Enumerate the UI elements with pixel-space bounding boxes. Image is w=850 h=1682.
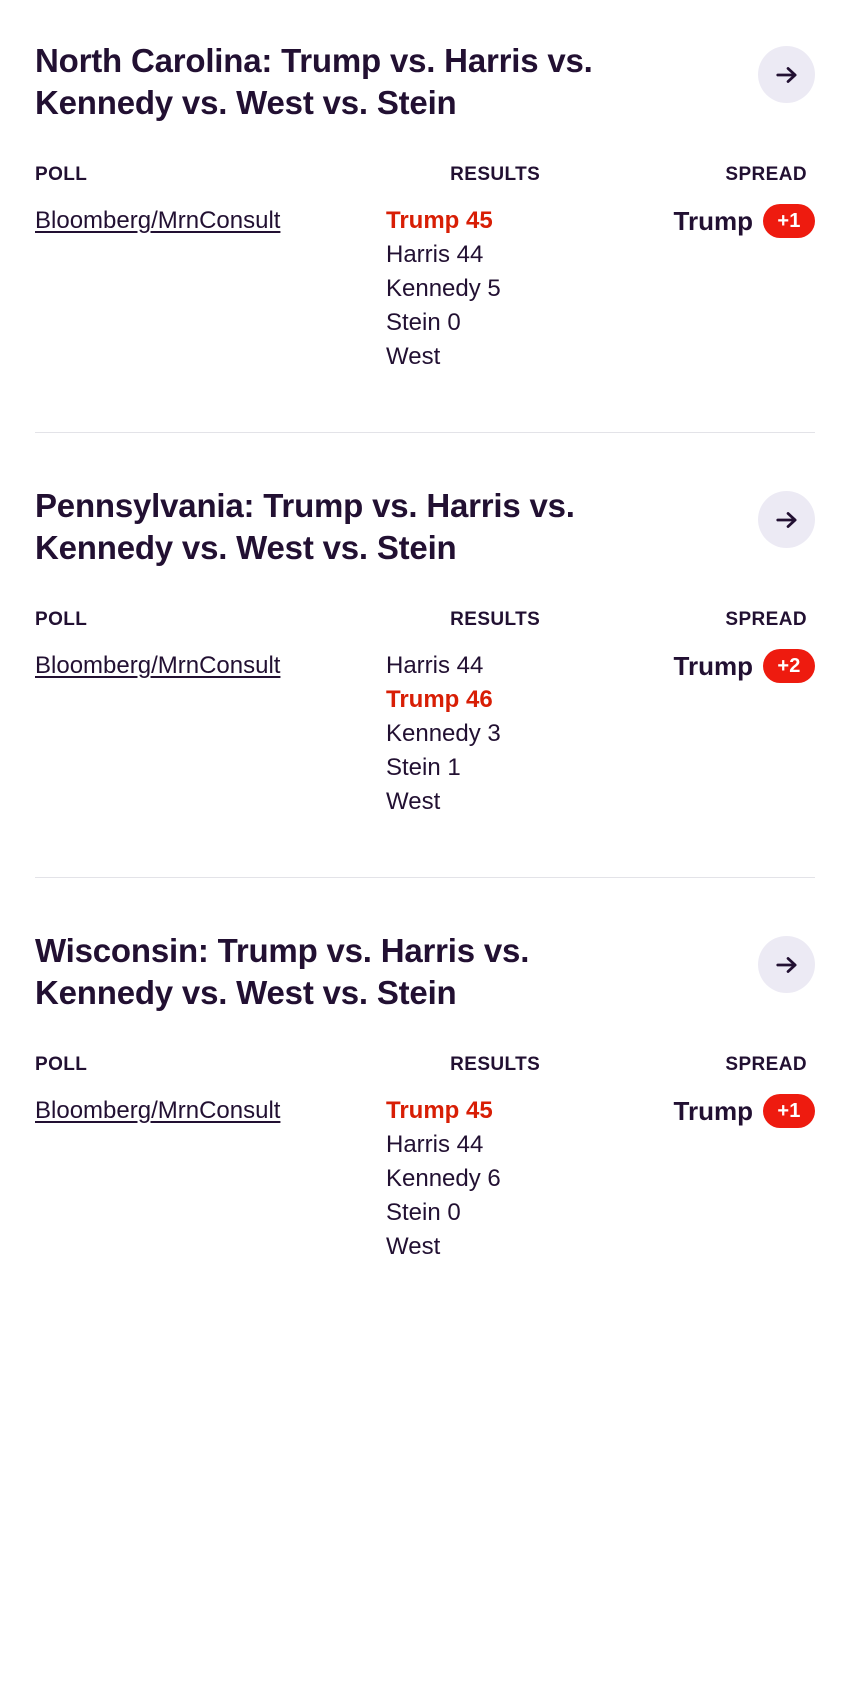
result-line: Trump 45	[386, 207, 493, 234]
poll-section: North Carolina: Trump vs. Harris vs. Ken…	[0, 0, 850, 432]
result-line: Trump 46	[386, 686, 493, 713]
table-header-row: POLL RESULTS SPREAD	[35, 164, 815, 204]
column-header-poll: POLL	[35, 609, 88, 630]
result-line: Kennedy 6	[386, 1165, 501, 1192]
poll-section: Wisconsin: Trump vs. Harris vs. Kennedy …	[0, 878, 850, 1304]
column-header-spread: SPREAD	[725, 609, 807, 630]
arrow-right-icon	[774, 507, 800, 533]
column-header-spread: SPREAD	[725, 164, 807, 185]
results-cell: Trump 45 Harris 44 Kennedy 6 Stein 0 Wes…	[386, 1094, 604, 1264]
table-row: Bloomberg/MrnConsult Harris 44 Trump 46 …	[35, 649, 815, 819]
result-line: West	[386, 1233, 441, 1260]
spread-leader-name: Trump	[673, 205, 753, 236]
open-poll-arrow-button[interactable]	[758, 46, 815, 103]
spread-cell: Trump +1	[604, 204, 815, 374]
poll-source-cell: Bloomberg/MrnConsult	[35, 649, 386, 819]
result-line: Stein 0	[386, 309, 461, 336]
page-title: North Carolina: Trump vs. Harris vs. Ken…	[35, 42, 593, 121]
status-badge: +1	[763, 204, 815, 238]
pollster-link[interactable]: Bloomberg/MrnConsult	[35, 207, 280, 234]
poll-table: POLL RESULTS SPREAD Bloomberg/MrnConsult…	[35, 1054, 815, 1264]
headline-row: Wisconsin: Trump vs. Harris vs. Kennedy …	[35, 930, 815, 1014]
result-line: West	[386, 343, 441, 370]
table-header-row: POLL RESULTS SPREAD	[35, 609, 815, 649]
poll-table: POLL RESULTS SPREAD Bloomberg/MrnConsult…	[35, 164, 815, 374]
results-cell: Trump 45 Harris 44 Kennedy 5 Stein 0 Wes…	[386, 204, 604, 374]
results-cell: Harris 44 Trump 46 Kennedy 3 Stein 1 Wes…	[386, 649, 604, 819]
poll-source-cell: Bloomberg/MrnConsult	[35, 1094, 386, 1264]
column-header-results: RESULTS	[450, 609, 541, 630]
result-line: Harris 44	[386, 1131, 484, 1158]
arrow-right-icon	[774, 62, 800, 88]
spread-wrap: Trump +1	[674, 1094, 815, 1128]
open-poll-arrow-button[interactable]	[758, 491, 815, 548]
column-header-results: RESULTS	[450, 164, 541, 185]
table-row: Bloomberg/MrnConsult Trump 45 Harris 44 …	[35, 1094, 815, 1264]
column-header-poll: POLL	[35, 1054, 88, 1075]
spread-leader-name: Trump	[673, 1095, 753, 1126]
table-header-row: POLL RESULTS SPREAD	[35, 1054, 815, 1094]
column-header-spread: SPREAD	[725, 1054, 807, 1075]
spread-cell: Trump +2	[604, 649, 815, 819]
poll-table: POLL RESULTS SPREAD Bloomberg/MrnConsult…	[35, 609, 815, 819]
result-line: Kennedy 5	[386, 275, 501, 302]
headline-row: Pennsylvania: Trump vs. Harris vs. Kenne…	[35, 485, 815, 569]
status-badge: +1	[763, 1094, 815, 1128]
column-header-results: RESULTS	[450, 1054, 541, 1075]
result-line: Stein 1	[386, 754, 461, 781]
result-line: Harris 44	[386, 652, 484, 679]
headline-row: North Carolina: Trump vs. Harris vs. Ken…	[35, 40, 815, 124]
pollster-link[interactable]: Bloomberg/MrnConsult	[35, 1097, 280, 1124]
page-title: Wisconsin: Trump vs. Harris vs. Kennedy …	[35, 932, 530, 1011]
result-line: Trump 45	[386, 1097, 493, 1124]
spread-leader-name: Trump	[673, 650, 753, 681]
open-poll-arrow-button[interactable]	[758, 936, 815, 993]
poll-list-page: North Carolina: Trump vs. Harris vs. Ken…	[0, 0, 850, 1682]
spread-wrap: Trump +1	[674, 204, 815, 238]
result-line: Harris 44	[386, 241, 484, 268]
arrow-right-icon	[774, 952, 800, 978]
poll-source-cell: Bloomberg/MrnConsult	[35, 204, 386, 374]
page-title: Pennsylvania: Trump vs. Harris vs. Kenne…	[35, 487, 575, 566]
spread-wrap: Trump +2	[674, 649, 815, 683]
result-line: Kennedy 3	[386, 720, 501, 747]
status-badge: +2	[763, 649, 815, 683]
column-header-poll: POLL	[35, 164, 88, 185]
result-line: West	[386, 788, 441, 815]
pollster-link[interactable]: Bloomberg/MrnConsult	[35, 652, 280, 679]
table-row: Bloomberg/MrnConsult Trump 45 Harris 44 …	[35, 204, 815, 374]
result-line: Stein 0	[386, 1199, 461, 1226]
spread-cell: Trump +1	[604, 1094, 815, 1264]
poll-section: Pennsylvania: Trump vs. Harris vs. Kenne…	[0, 433, 850, 877]
